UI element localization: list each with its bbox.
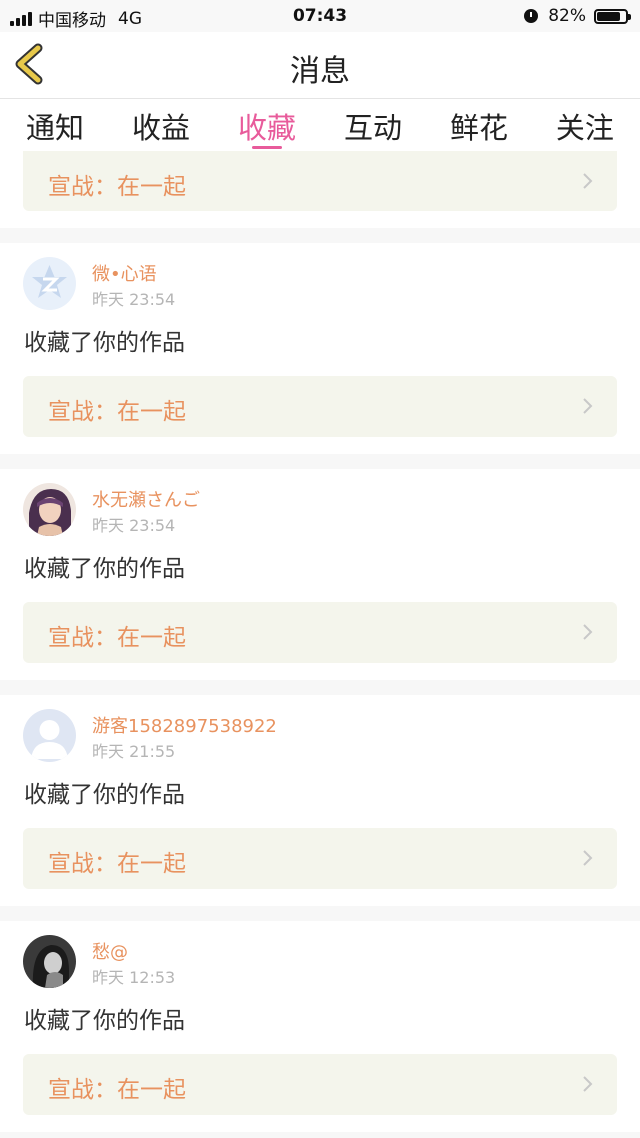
message-text: 收藏了你的作品: [24, 782, 185, 808]
work-link[interactable]: 宣战：在一起: [23, 828, 617, 889]
status-bar: 中国移动 4G 07:43 82%: [0, 0, 640, 32]
chevron-right-icon: [583, 398, 593, 414]
tab-favorites[interactable]: 收藏: [238, 99, 296, 151]
tab-follows[interactable]: 关注: [556, 99, 614, 151]
message-text: 收藏了你的作品: [24, 330, 185, 356]
chevron-right-icon: [583, 850, 593, 866]
timestamp: 昨天 23:54: [92, 516, 176, 535]
avatar[interactable]: [23, 935, 76, 988]
message-text: 收藏了你的作品: [24, 556, 185, 582]
work-link[interactable]: 宣战：在一起: [23, 376, 617, 437]
timestamp: 昨天 23:54: [92, 290, 176, 309]
work-link-label: 宣战：在一起: [48, 851, 186, 877]
tab-interactions[interactable]: 互动: [344, 99, 402, 151]
username[interactable]: 愁@: [92, 938, 128, 964]
battery-percent: 82%: [548, 6, 586, 26]
tab-notifications[interactable]: 通知: [26, 99, 84, 151]
work-link[interactable]: 宣战：在一起: [23, 602, 617, 663]
status-right: 82%: [524, 6, 631, 26]
list-item: 愁@ 昨天 12:53 收藏了你的作品 宣战：在一起: [0, 921, 640, 1132]
battery-icon: [594, 8, 631, 24]
work-link[interactable]: 宣战：在一起: [23, 151, 617, 211]
avatar[interactable]: [23, 709, 76, 762]
nav-bar: 消息: [0, 32, 640, 99]
work-link-label: 宣战：在一起: [48, 174, 186, 200]
list-item: 宣战：在一起: [0, 151, 640, 228]
work-link[interactable]: 宣战：在一起: [23, 1054, 617, 1115]
tab-bar: 通知 收益 收藏 互动 鲜花 关注: [0, 99, 640, 151]
avatar[interactable]: [23, 483, 76, 536]
timestamp: 昨天 21:55: [92, 742, 176, 761]
timestamp: 昨天 12:53: [92, 968, 176, 987]
list-item: 微•心语 昨天 23:54 收藏了你的作品 宣战：在一起: [0, 243, 640, 454]
message-text: 收藏了你的作品: [24, 1008, 185, 1034]
chevron-right-icon: [583, 173, 593, 189]
alarm-icon: [524, 9, 539, 23]
chevron-right-icon: [583, 624, 593, 640]
avatar[interactable]: [23, 257, 76, 310]
list-item: 游客1582897538922 昨天 21:55 收藏了你的作品 宣战：在一起: [0, 695, 640, 906]
page-title: 消息: [290, 54, 350, 89]
work-link-label: 宣战：在一起: [48, 399, 186, 425]
username[interactable]: 游客1582897538922: [92, 712, 277, 738]
battery-fill: [597, 11, 620, 21]
username[interactable]: 水无瀬さんご: [92, 486, 200, 512]
tab-flowers[interactable]: 鲜花: [450, 99, 508, 151]
list-item: 水无瀬さんご 昨天 23:54 收藏了你的作品 宣战：在一起: [0, 469, 640, 680]
work-link-label: 宣战：在一起: [48, 1077, 186, 1103]
chevron-right-icon: [583, 1076, 593, 1092]
username[interactable]: 微•心语: [92, 260, 157, 286]
message-list: 宣战：在一起 微•心语 昨天 23:54 收藏了你的作品 宣战：在一起 水无瀬さ…: [0, 151, 640, 1132]
tab-earnings[interactable]: 收益: [132, 99, 190, 151]
work-link-label: 宣战：在一起: [48, 625, 186, 651]
